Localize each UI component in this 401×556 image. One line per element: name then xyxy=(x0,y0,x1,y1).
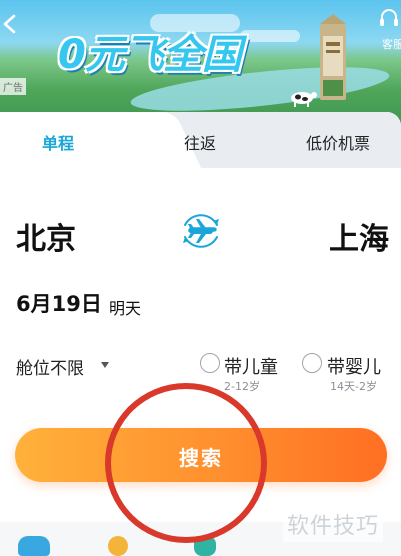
tab-round-trip[interactable]: 往返 xyxy=(184,130,216,154)
trip-type-tabs: 单程 往返 低价机票 xyxy=(0,112,401,168)
departure-city[interactable]: 北京 xyxy=(16,214,76,258)
arrival-city[interactable]: 上海 xyxy=(329,214,389,258)
chevron-down-icon xyxy=(101,362,109,368)
departure-date[interactable]: 6月19日 xyxy=(16,288,102,318)
ad-tag: 广告 xyxy=(0,78,26,95)
red-annotation-circle xyxy=(105,383,267,543)
banner-headline: 0元飞全国 xyxy=(58,32,242,78)
cabin-class-select[interactable]: 舱位不限 xyxy=(16,354,84,379)
with-infant-radio[interactable] xyxy=(302,353,322,373)
tab-low-price-tickets[interactable]: 低价机票 xyxy=(306,130,370,154)
with-infant-label[interactable]: 带婴儿 xyxy=(327,353,381,379)
with-child-label[interactable]: 带儿童 xyxy=(224,353,278,379)
promo-banner[interactable]: 0元飞全国 广告 客服 xyxy=(0,0,401,125)
back-arrow-icon[interactable] xyxy=(0,10,24,38)
airplane-icon[interactable] xyxy=(176,206,226,256)
cow-image xyxy=(291,92,317,107)
with-child-radio[interactable] xyxy=(200,353,220,373)
balloon-shortcut-icon[interactable] xyxy=(108,536,128,556)
headset-icon xyxy=(380,9,398,26)
active-tab-indicator xyxy=(0,112,170,168)
customer-service-button[interactable]: 客服 xyxy=(377,6,401,51)
plane-shortcut-icon[interactable] xyxy=(18,536,50,556)
date-relative-label: 明天 xyxy=(109,299,142,318)
milk-carton-image xyxy=(320,14,346,100)
customer-service-label: 客服 xyxy=(382,38,401,51)
watermark-text: 软件技巧 xyxy=(283,506,384,542)
infant-age-range: 14天-2岁 xyxy=(330,380,377,393)
child-age-range: 2-12岁 xyxy=(224,380,260,393)
tab-one-way[interactable]: 单程 xyxy=(42,130,74,154)
cloud-decoration xyxy=(240,30,300,42)
